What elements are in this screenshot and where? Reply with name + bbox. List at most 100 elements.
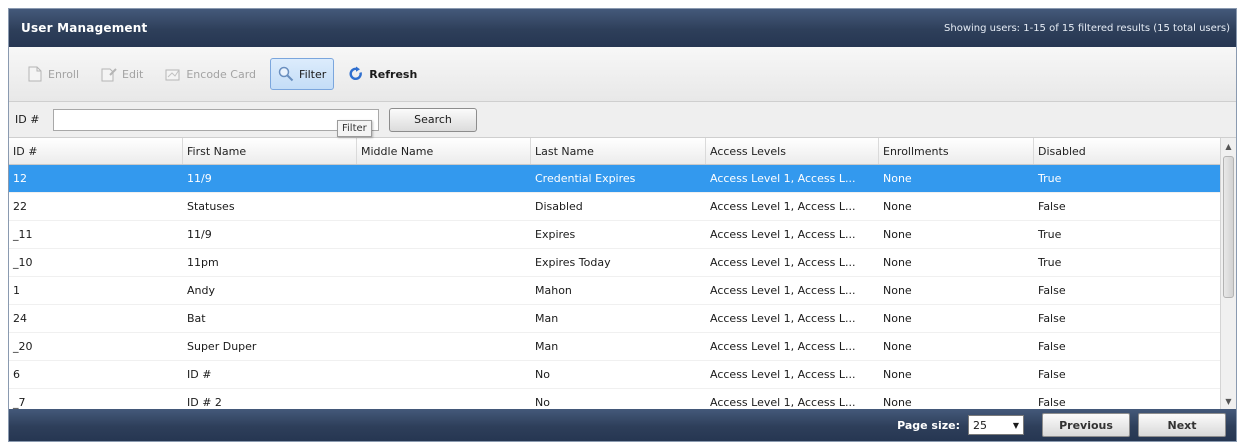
refresh-icon <box>348 66 364 82</box>
cell-last-name: Expires <box>535 228 576 241</box>
cell-enrollments: None <box>883 228 912 241</box>
users-table: ID # First Name Middle Name Last Name Ac… <box>9 138 1220 409</box>
table-row[interactable]: _10 11pm Expires Today Access Level 1, Acce… <box>9 249 1220 277</box>
dropdown-arrow-icon: ▼ <box>1012 420 1019 430</box>
column-header-id[interactable]: ID # <box>9 138 183 164</box>
refresh-button[interactable]: Refresh <box>340 58 425 90</box>
cell-last-name: Man <box>535 312 559 325</box>
page-size-label: Page size: <box>897 418 960 432</box>
edit-button[interactable]: Edit <box>93 58 151 90</box>
cell-enrollments: None <box>883 172 912 185</box>
cell-first-name: ID # <box>187 368 212 381</box>
cell-disabled: True <box>1038 256 1062 269</box>
results-status: Showing users: 1-15 of 15 filtered resul… <box>944 22 1230 34</box>
filter-button[interactable]: Filter <box>270 58 335 90</box>
column-header-disabled[interactable]: Disabled <box>1034 138 1214 164</box>
search-button[interactable]: Search <box>389 107 477 132</box>
vertical-scrollbar[interactable]: ▲ ▼ <box>1220 138 1236 409</box>
cell-first-name: Super Duper <box>187 340 257 353</box>
column-header-first-name[interactable]: First Name <box>183 138 357 164</box>
toolbar: Enroll Edit Encode Card Filter Refresh <box>9 47 1236 102</box>
page-size-value: 25 <box>973 418 987 432</box>
id-search-input[interactable] <box>53 108 379 131</box>
cell-last-name: Expires Today <box>535 256 611 269</box>
cell-disabled: False <box>1038 340 1066 353</box>
cell-id: _10 <box>13 256 33 269</box>
table-row[interactable]: 1 Andy Mahon Access Level 1, Access L... Non… <box>9 277 1220 305</box>
cell-access-levels: Access Level 1, Access L... <box>710 368 856 381</box>
magnifier-icon <box>278 66 294 82</box>
scrollbar-thumb[interactable] <box>1223 156 1234 298</box>
cell-first-name: 11/9 <box>187 228 212 241</box>
cell-first-name: 11/9 <box>187 172 212 185</box>
cell-id: 12 <box>13 172 27 185</box>
cell-enrollments: None <box>883 368 912 381</box>
cell-access-levels: Access Level 1, Access L... <box>710 284 856 297</box>
cell-enrollments: None <box>883 340 912 353</box>
page-size-select[interactable]: 25 ▼ <box>968 415 1024 435</box>
edit-label: Edit <box>122 67 144 81</box>
cell-last-name: Disabled <box>535 200 583 213</box>
cell-first-name: 11pm <box>187 256 219 269</box>
cell-access-levels: Access Level 1, Access L... <box>710 228 856 241</box>
cell-last-name: Mahon <box>535 284 572 297</box>
table-row[interactable]: _11 11/9 Expires Access Level 1, Access L..… <box>9 221 1220 249</box>
edit-document-icon <box>101 66 117 82</box>
table-row[interactable]: _7 ID # 2 No Access Level 1, Access L... Non… <box>9 389 1220 409</box>
scroll-down-arrow-icon[interactable]: ▼ <box>1221 393 1236 409</box>
table-body: 12 11/9 Credential Expires Access Level 1, … <box>9 165 1220 409</box>
search-row: ID # Search <box>9 102 1236 138</box>
table-row[interactable]: 22 Statuses Disabled Access Level 1, Access… <box>9 193 1220 221</box>
cell-id: _20 <box>13 340 33 353</box>
scroll-up-arrow-icon[interactable]: ▲ <box>1221 138 1236 154</box>
cell-first-name: Statuses <box>187 200 235 213</box>
cell-last-name: Man <box>535 340 559 353</box>
enroll-label: Enroll <box>48 67 80 81</box>
column-header-access-levels[interactable]: Access Levels <box>706 138 879 164</box>
user-management-window: User Management Showing users: 1-15 of 1… <box>8 8 1237 442</box>
filter-tooltip: Filter <box>337 120 372 137</box>
cell-enrollments: None <box>883 396 912 409</box>
enroll-button[interactable]: Enroll <box>19 58 87 90</box>
table-row[interactable]: _20 Super Duper Man Access Level 1, Access … <box>9 333 1220 361</box>
cell-enrollments: None <box>883 256 912 269</box>
column-header-middle-name[interactable]: Middle Name <box>357 138 531 164</box>
cell-first-name: Andy <box>187 284 215 297</box>
cell-access-levels: Access Level 1, Access L... <box>710 200 856 213</box>
cell-disabled: False <box>1038 200 1066 213</box>
pager-bar: Page size: 25 ▼ Previous Next <box>9 409 1236 441</box>
cell-access-levels: Access Level 1, Access L... <box>710 172 856 185</box>
cell-id: 1 <box>13 284 20 297</box>
cell-id: _7 <box>13 396 26 409</box>
cell-last-name: Credential Expires <box>535 172 636 185</box>
encode-card-label: Encode Card <box>186 67 257 81</box>
cell-enrollments: None <box>883 200 912 213</box>
cell-id: 6 <box>13 368 20 381</box>
filter-label: Filter <box>299 67 327 81</box>
cell-disabled: True <box>1038 228 1062 241</box>
table-row[interactable]: 24 Bat Man Access Level 1, Access L... None F… <box>9 305 1220 333</box>
table-row[interactable]: 12 11/9 Credential Expires Access Level 1, … <box>9 165 1220 193</box>
cell-last-name: No <box>535 396 550 409</box>
cell-access-levels: Access Level 1, Access L... <box>710 396 856 409</box>
encode-card-button[interactable]: Encode Card <box>157 58 264 90</box>
cell-disabled: False <box>1038 368 1066 381</box>
previous-button[interactable]: Previous <box>1042 413 1130 437</box>
cell-id: _11 <box>13 228 33 241</box>
cell-first-name: Bat <box>187 312 206 325</box>
refresh-label: Refresh <box>369 67 418 81</box>
cell-access-levels: Access Level 1, Access L... <box>710 256 856 269</box>
cell-disabled: True <box>1038 172 1062 185</box>
cell-disabled: False <box>1038 312 1066 325</box>
cell-id: 24 <box>13 312 27 325</box>
cell-disabled: False <box>1038 284 1066 297</box>
cell-access-levels: Access Level 1, Access L... <box>710 340 856 353</box>
next-button[interactable]: Next <box>1138 413 1226 437</box>
cell-last-name: No <box>535 368 550 381</box>
cell-id: 22 <box>13 200 27 213</box>
table-row[interactable]: 6 ID # No Access Level 1, Access L... None Fa… <box>9 361 1220 389</box>
column-header-enrollments[interactable]: Enrollments <box>879 138 1034 164</box>
column-header-last-name[interactable]: Last Name <box>531 138 706 164</box>
window-title: User Management <box>21 21 148 35</box>
cell-disabled: False <box>1038 396 1066 409</box>
